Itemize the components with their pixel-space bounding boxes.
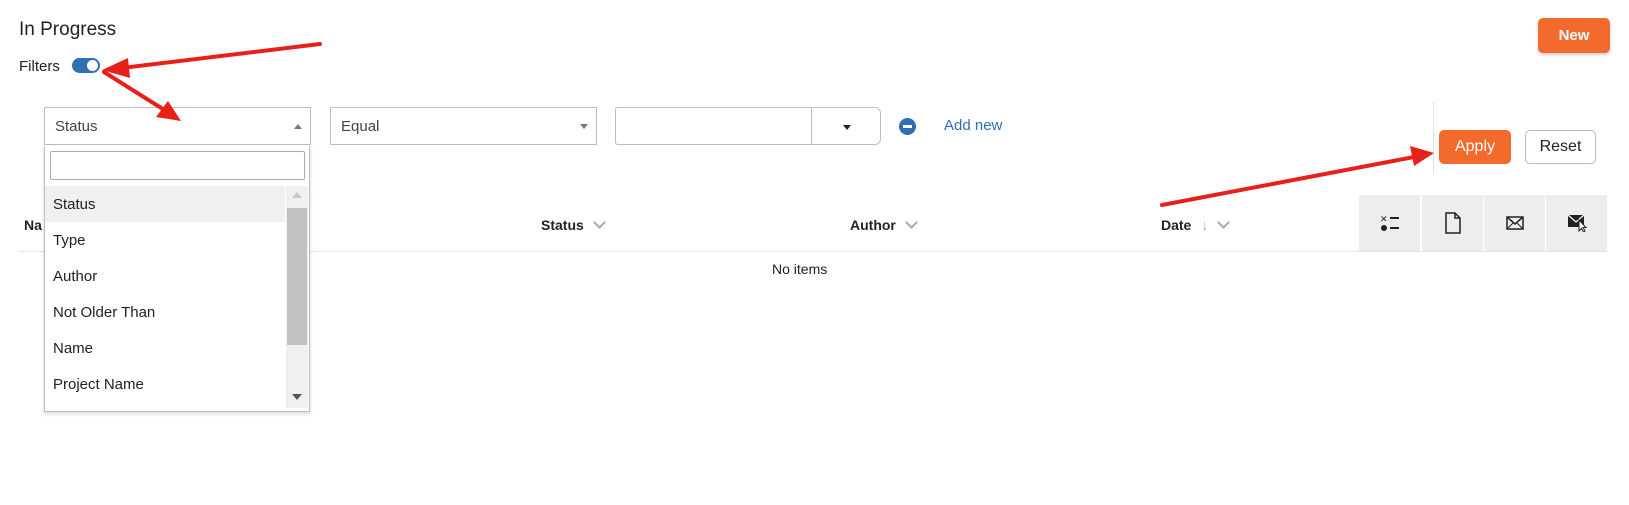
- checklist-action-button[interactable]: ✕: [1359, 195, 1420, 251]
- column-name[interactable]: Na: [24, 217, 42, 233]
- chevron-down-icon[interactable]: [905, 216, 918, 229]
- caret-up-icon: [294, 124, 302, 129]
- dropdown-option-project-name[interactable]: Project Name: [45, 366, 285, 402]
- remove-filter-icon[interactable]: [899, 118, 916, 135]
- scroll-down-arrow-icon[interactable]: [292, 394, 302, 400]
- annotation-arrow-line: [102, 70, 168, 113]
- reset-button[interactable]: Reset: [1525, 130, 1596, 164]
- email-action-button[interactable]: [1484, 195, 1545, 251]
- column-name-label: Na: [24, 217, 42, 233]
- value-input[interactable]: [615, 107, 812, 145]
- operator-select-value: Equal: [341, 117, 380, 135]
- chevron-down-icon[interactable]: [1217, 216, 1231, 229]
- empty-state-text: No items: [772, 261, 828, 277]
- checklist-icon: ✕: [1380, 215, 1399, 231]
- column-status[interactable]: Status: [541, 216, 606, 233]
- dropdown-scrollbar[interactable]: [286, 186, 308, 408]
- scroll-up-arrow-icon[interactable]: [292, 192, 302, 198]
- chevron-down-icon[interactable]: [592, 216, 606, 229]
- email-send-action-button[interactable]: [1546, 195, 1607, 251]
- filters-toggle[interactable]: [72, 58, 100, 73]
- sort-down-arrow-icon[interactable]: ↓: [1201, 217, 1208, 233]
- annotation-arrowhead: [102, 58, 130, 78]
- page: In Progress Filters New Status Equal Add…: [0, 0, 1629, 505]
- field-select[interactable]: Status: [44, 107, 311, 145]
- dropdown-option-type[interactable]: Type: [45, 222, 285, 258]
- field-select-value: Status: [55, 117, 98, 135]
- filters-label: Filters: [19, 58, 60, 75]
- column-author[interactable]: Author: [850, 216, 918, 233]
- dropdown-option-author[interactable]: Author: [45, 258, 285, 294]
- dropdown-option-name[interactable]: Name: [45, 330, 285, 366]
- operator-select[interactable]: Equal: [330, 107, 597, 145]
- page-title: In Progress: [19, 19, 117, 40]
- dropdown-option-status[interactable]: Status: [45, 186, 285, 222]
- caret-down-icon: [843, 125, 851, 130]
- dropdown-option-not-older-than[interactable]: Not Older Than: [45, 294, 285, 330]
- dropdown-search-input[interactable]: [50, 151, 305, 180]
- scrollbar-thumb[interactable]: [287, 208, 307, 345]
- new-button[interactable]: New: [1538, 18, 1610, 53]
- column-date-label: Date: [1161, 217, 1192, 233]
- document-icon: [1444, 212, 1461, 234]
- apply-button[interactable]: Apply: [1439, 130, 1511, 164]
- value-dropdown-button[interactable]: [811, 107, 881, 145]
- field-dropdown-menu: Status Type Author Not Older Than Name P…: [44, 146, 310, 412]
- column-date[interactable]: Date ↓: [1161, 216, 1231, 233]
- vertical-divider: [1433, 102, 1434, 174]
- add-new-link[interactable]: Add new: [944, 117, 1002, 134]
- toggle-knob: [87, 60, 98, 71]
- annotation-arrow-line: [120, 42, 322, 70]
- caret-down-icon: [580, 124, 588, 129]
- annotation-arrowhead: [1410, 146, 1434, 166]
- column-status-label: Status: [541, 217, 584, 233]
- column-author-label: Author: [850, 217, 896, 233]
- svg-text:✕: ✕: [1380, 215, 1388, 225]
- document-action-button[interactable]: [1422, 195, 1483, 251]
- dropdown-options: Status Type Author Not Older Than Name P…: [45, 186, 285, 402]
- envelope-icon: [1505, 216, 1524, 230]
- envelope-filled-icon: [1567, 214, 1587, 232]
